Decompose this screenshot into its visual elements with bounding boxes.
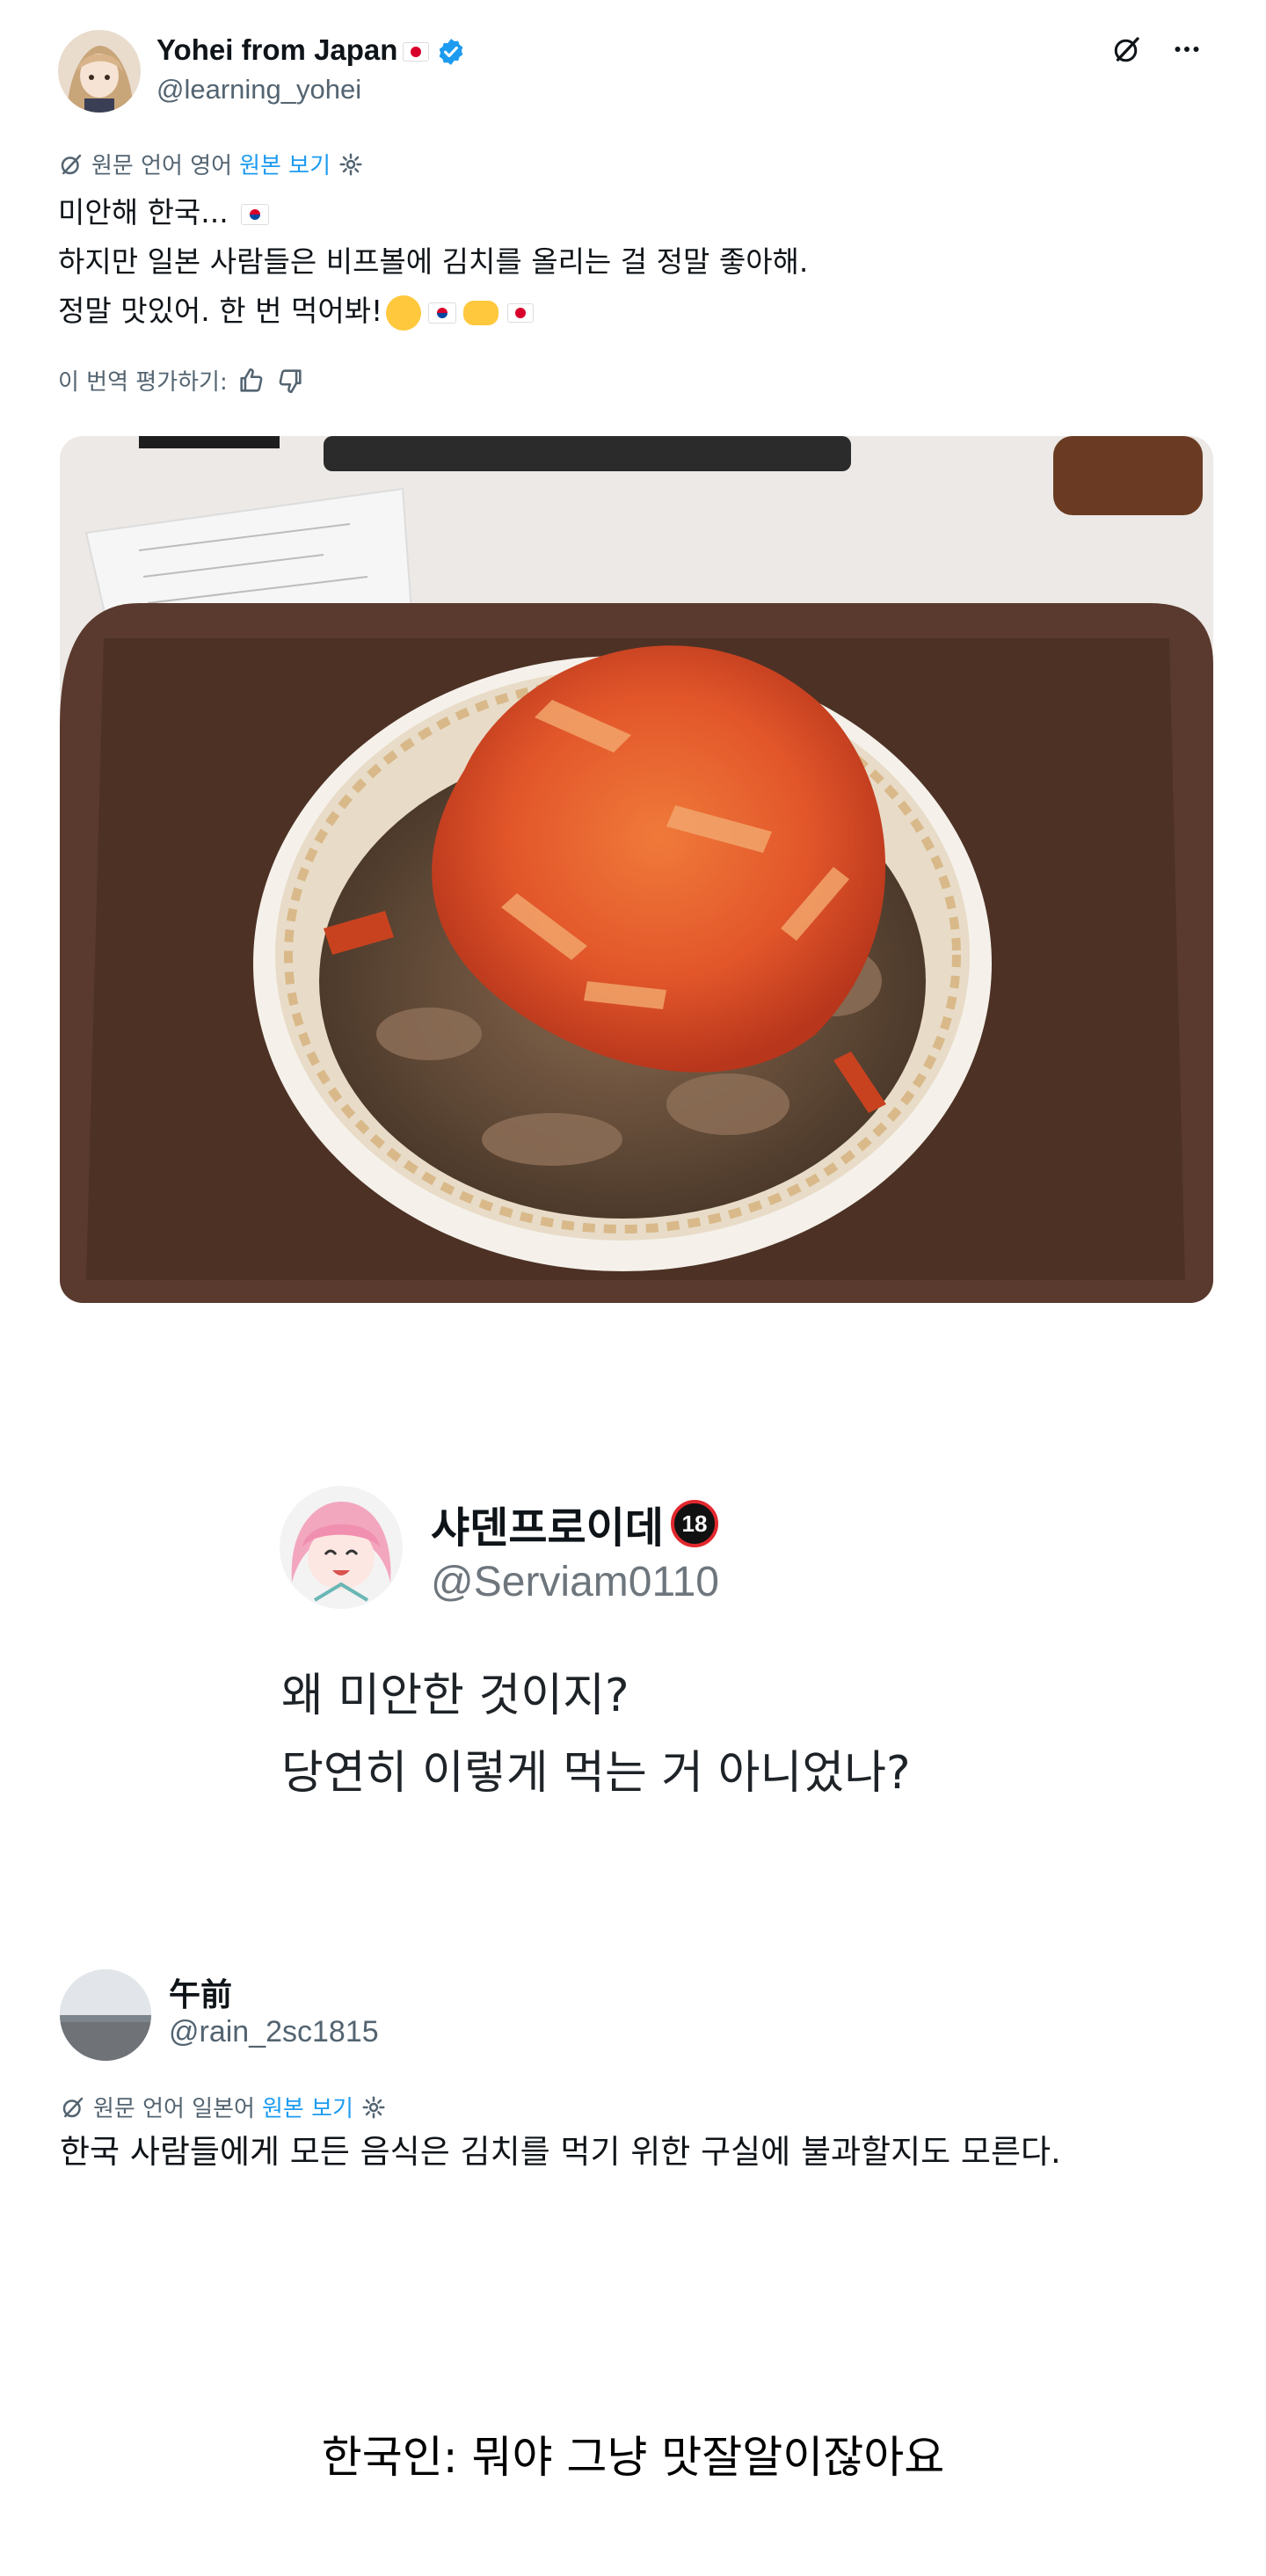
grok-icon[interactable] — [1110, 32, 1145, 67]
smiling-hearts-emoji-icon — [386, 295, 422, 331]
tweet-yohei: Yohei from Japan @learning_yohei 원문 언어 영… — [0, 0, 1266, 1319]
japan-flag-icon — [507, 302, 535, 323]
quote-text-line: 왜 미안한 것이지? — [281, 1670, 629, 1722]
more-horizontal-icon[interactable] — [1169, 32, 1204, 67]
tweet-actions — [1110, 32, 1204, 67]
thumbs-up-icon[interactable] — [236, 366, 266, 396]
show-original-link[interactable]: 원본 보기 — [239, 148, 331, 180]
tweet-text-line: 정말 맛있어. 한 번 먹어봐! — [58, 294, 383, 328]
gear-icon[interactable] — [360, 2094, 387, 2121]
tweet-text-line: 하지만 일본 사람들은 비프볼에 김치를 올리는 걸 정말 좋아해. — [58, 244, 809, 279]
age-18-badge-icon: 18 — [670, 1500, 718, 1547]
translation-row: 원문 언어 일본어 원본 보기 — [60, 2091, 387, 2123]
tweet-text: 미안해 한국... 하지만 일본 사람들은 비프볼에 김치를 올리는 걸 정말 … — [58, 188, 1201, 336]
quote-text: 왜 미안한 것이지? 당연히 이렇게 먹는 거 아니었나? — [281, 1657, 911, 1812]
verified-badge-icon — [440, 39, 463, 66]
translation-row: 원문 언어 영어 원본 보기 — [58, 148, 364, 180]
translation-note: 원문 언어 일본어 — [93, 2096, 255, 2122]
thumbs-down-icon[interactable] — [275, 366, 305, 396]
korea-flag-icon — [428, 302, 457, 324]
display-name[interactable]: 午前 — [169, 1969, 232, 2015]
korea-flag-icon — [241, 203, 270, 225]
tweet-text: 한국 사람들에게 모든 음식은 김치를 먹기 위한 구실에 불과할지도 모른다. — [60, 2128, 1061, 2177]
tweet-rain: 午前 @rain_2sc1815 원문 언어 일본어 원본 보기 한국 사람들에… — [0, 1952, 1266, 2233]
rate-translation-label: 이 번역 평가하기: — [58, 369, 228, 396]
display-name[interactable]: Yohei from Japan — [156, 33, 466, 67]
grok-icon — [62, 2097, 84, 2117]
show-original-link[interactable]: 원본 보기 — [262, 2091, 353, 2123]
translation-note: 원문 언어 영어 — [91, 153, 233, 179]
avatar[interactable] — [58, 30, 141, 113]
avatar[interactable] — [60, 1969, 151, 2061]
display-name-text: 샤덴프로이데 — [431, 1503, 664, 1553]
handle[interactable]: @learning_yohei — [156, 74, 361, 106]
tweet-text-line: 미안해 한국... — [58, 195, 229, 229]
food-photo[interactable] — [60, 436, 1213, 1303]
quoted-tweet: 샤덴프로이데 18 @Serviam0110 왜 미안한 것이지? 당연히 이렇… — [0, 1459, 1266, 1811]
meme-caption: 한국인: 뭐야 그냥 맛잘알이잖아요 — [321, 2432, 945, 2483]
handle[interactable]: @Serviam0110 — [431, 1558, 719, 1606]
rate-translation-row: 이 번역 평가하기: — [58, 364, 305, 397]
grok-icon — [61, 154, 82, 174]
handle[interactable]: @rain_2sc1815 — [169, 2015, 379, 2049]
japan-flag-icon — [403, 42, 430, 62]
beef-bowl-kimchi-image — [60, 436, 1213, 1303]
quote-text-line: 당연히 이렇게 먹는 거 아니었나? — [281, 1747, 911, 1800]
tweet-text-line: 한국 사람들에게 모든 음식은 김치를 먹기 위한 구실에 불과할지도 모른다. — [60, 2133, 1061, 2171]
display-name-text: Yohei from Japan — [156, 33, 398, 66]
display-name[interactable]: 샤덴프로이데 18 — [431, 1493, 718, 1554]
handshake-emoji-icon — [463, 300, 499, 325]
gear-icon[interactable] — [338, 151, 364, 178]
avatar[interactable] — [280, 1486, 403, 1609]
